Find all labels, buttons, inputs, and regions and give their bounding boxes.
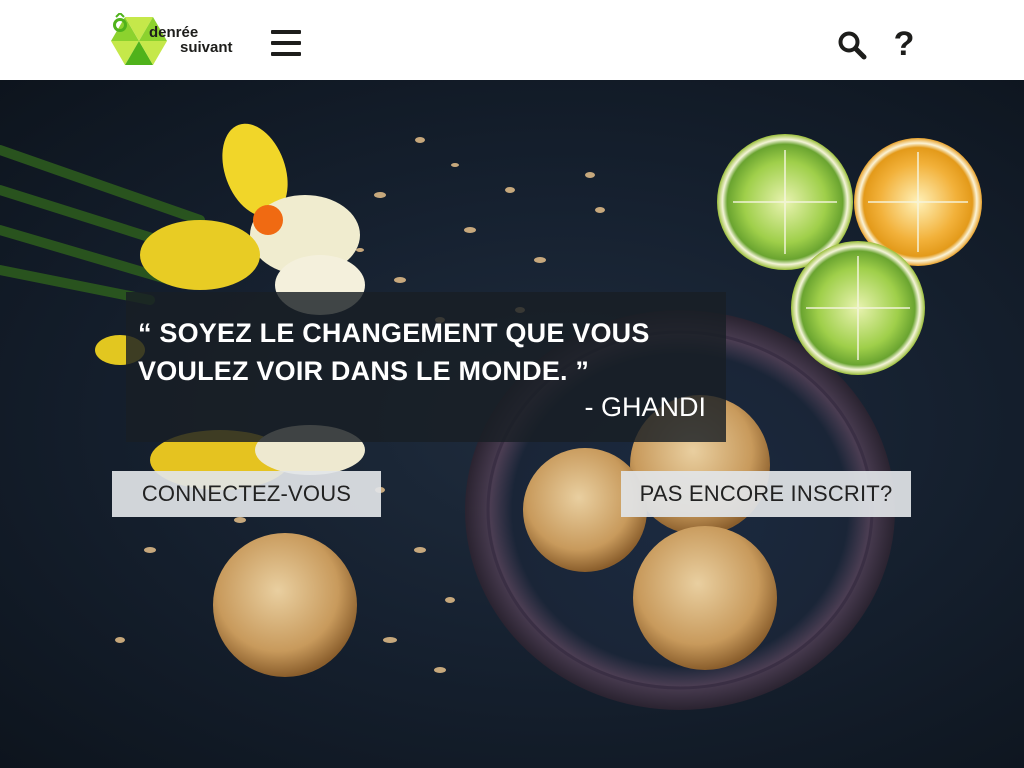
signup-button[interactable]: PAS ENCORE INSCRIT? [621, 471, 911, 517]
logo-o-icon [113, 13, 127, 32]
quote-author: - GHANDI [584, 392, 707, 422]
hamburger-menu-icon[interactable] [271, 30, 301, 58]
logo-wordmark: denrée suivant [149, 25, 233, 55]
top-header: denrée suivant ? [0, 0, 1024, 80]
quote-box: “ SOYEZ LE CHANGEMENT QUE VOUS VOULEZ VO… [126, 292, 726, 442]
search-icon[interactable] [837, 30, 867, 60]
denree-suivant-logo[interactable]: denrée suivant [111, 13, 246, 69]
login-button[interactable]: CONNECTEZ-VOUS [112, 471, 381, 517]
help-question-icon[interactable]: ? [891, 24, 917, 64]
logo-word-1: denrée [149, 24, 199, 41]
logo-word-2: suivant [180, 39, 233, 56]
hero-section: “ SOYEZ LE CHANGEMENT QUE VOUS VOULEZ VO… [0, 80, 1024, 768]
quote-text: “ SOYEZ LE CHANGEMENT QUE VOUS VOULEZ VO… [138, 318, 650, 386]
